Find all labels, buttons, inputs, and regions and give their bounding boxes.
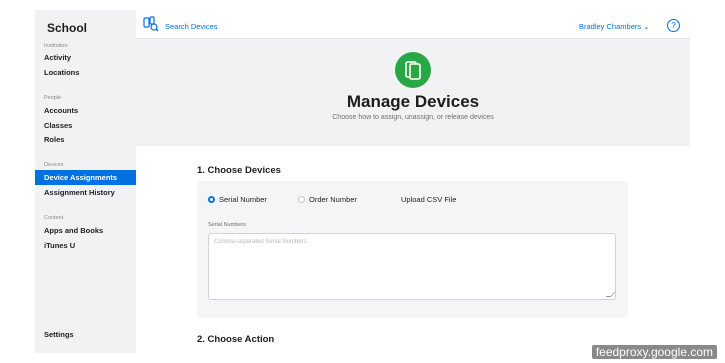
radio-serial-number[interactable]: Serial Number: [208, 195, 267, 204]
section-title-people: People: [44, 95, 62, 101]
page-subtitle: Choose how to assign, unassign, or relea…: [332, 114, 494, 121]
help-button[interactable]: ?: [667, 19, 680, 32]
sidebar-item-activity[interactable]: Activity: [44, 53, 71, 62]
page-title: Manage Devices: [346, 92, 480, 111]
step-1-heading: 1. Choose Devices: [197, 165, 281, 176]
resize-handle-icon[interactable]: [605, 292, 616, 297]
section-title-devices: Devices: [44, 162, 64, 168]
sidebar-item-classes[interactable]: Classes: [44, 121, 72, 130]
section-title-content: Content: [44, 215, 64, 221]
sidebar-item-apps-and-books[interactable]: Apps and Books: [44, 226, 103, 235]
radio-label: Order Number: [309, 195, 357, 204]
radio-upload-csv[interactable]: Upload CSV File: [390, 195, 456, 204]
device-search-icon[interactable]: [143, 16, 159, 32]
serial-numbers-label: Serial Numbers: [208, 222, 246, 228]
top-bar: Search Devices Bradley Chambers ⌄ ?: [136, 10, 690, 39]
choose-devices-card: Serial Number Order Number Upload CSV Fi…: [197, 181, 628, 318]
chevron-down-icon: ⌄: [643, 22, 650, 31]
search-devices-link[interactable]: Search Devices: [165, 22, 218, 31]
sidebar-item-device-assignments[interactable]: Device Assignments: [35, 170, 136, 185]
radio-label: Upload CSV File: [401, 195, 457, 204]
serial-numbers-field[interactable]: Comma-separated Serial Numbers: [208, 233, 616, 300]
sidebar-item-settings[interactable]: Settings: [44, 330, 74, 339]
radio-label: Serial Number: [219, 195, 267, 204]
brand-name: School: [47, 21, 88, 35]
brand[interactable]: School: [44, 21, 87, 35]
sidebar-item-locations[interactable]: Locations: [44, 68, 79, 77]
user-menu[interactable]: Bradley Chambers ⌄: [579, 22, 650, 31]
sidebar-item-roles[interactable]: Roles: [44, 135, 64, 144]
step-2-heading: 2. Choose Action: [197, 334, 275, 345]
hero-banner: Manage Devices Choose how to assign, una…: [136, 39, 690, 146]
radio-unselected-icon: [298, 196, 305, 203]
watermark: feedproxy.google.com: [591, 345, 717, 359]
section-title-institution: Institution: [44, 43, 68, 49]
sidebar-item-assignment-history[interactable]: Assignment History: [44, 188, 115, 197]
sidebar-item-accounts[interactable]: Accounts: [44, 106, 78, 115]
sidebar: School Institution Activity Locations Pe…: [35, 10, 136, 353]
serial-numbers-placeholder: Comma-separated Serial Numbers: [214, 239, 307, 245]
radio-selected-icon: [208, 196, 215, 203]
sidebar-item-itunes-u[interactable]: iTunes U: [44, 241, 75, 250]
radio-order-number[interactable]: Order Number: [298, 195, 357, 204]
user-name: Bradley Chambers: [579, 22, 642, 31]
manage-devices-icon: [395, 52, 431, 88]
